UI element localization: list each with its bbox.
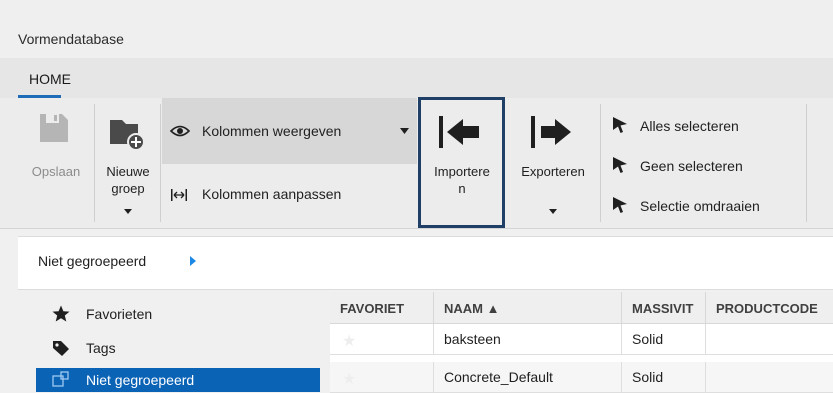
star-icon: [52, 305, 70, 322]
favorite-star-icon[interactable]: ★: [342, 331, 356, 351]
column-header-label: PRODUCTCODE: [716, 301, 818, 316]
table-cell[interactable]: Solid: [622, 324, 706, 355]
invert-selection-label: Selectie omdraaien: [640, 198, 760, 214]
table-cell[interactable]: [706, 362, 833, 393]
new-group-label-2: groep: [111, 181, 145, 196]
export-label: Exporteren: [521, 164, 585, 179]
table-row[interactable]: ★: [330, 324, 434, 355]
column-header-label: FAVORIET: [340, 301, 405, 316]
sidebar-item-niet-gegroepeerd[interactable]: Niet gegroepeerd: [36, 368, 320, 392]
new-group-button[interactable]: Nieuwe groep: [96, 106, 160, 218]
table-cell[interactable]: [706, 324, 833, 355]
cell-naam: baksteen: [444, 331, 501, 347]
ribbon-divider: [806, 104, 807, 222]
column-header-massiviteit[interactable]: MASSIVIT: [622, 292, 706, 324]
sidebar-item-favorieten[interactable]: Favorieten: [36, 304, 296, 326]
show-columns-button[interactable]: Kolommen weergeven: [162, 98, 417, 164]
cursor-arrow-icon: [613, 197, 627, 213]
column-resize-icon: [171, 189, 187, 201]
save-icon: [40, 114, 68, 142]
show-columns-label: Kolommen weergeven: [202, 123, 342, 139]
column-header-productcode[interactable]: PRODUCTCODE: [706, 292, 833, 324]
save-label: Opslaan: [31, 164, 81, 179]
ribbon-divider: [160, 104, 161, 222]
select-none-button[interactable]: Geen selecteren: [612, 156, 802, 178]
column-header-favoriet[interactable]: FAVORIET: [330, 292, 434, 324]
breadcrumb-item[interactable]: Niet gegroepeerd: [38, 253, 146, 269]
cursor-arrow-icon: [613, 157, 627, 173]
ungrouped-icon: [52, 371, 69, 387]
chevron-down-icon: [400, 128, 409, 134]
breadcrumb: Niet gegroepeerd: [18, 236, 833, 290]
table-cell[interactable]: baksteen: [434, 324, 622, 355]
ribbon-tab-bar: HOME: [0, 58, 833, 98]
import-highlight-frame: [418, 97, 505, 228]
favorite-star-icon[interactable]: ★: [342, 369, 356, 389]
tab-home-label: HOME: [29, 71, 71, 87]
table-cell[interactable]: Solid: [622, 362, 706, 393]
invert-selection-button[interactable]: Selectie omdraaien: [612, 196, 802, 218]
new-group-label-1: Nieuwe: [106, 164, 150, 179]
sidebar-item-label: Niet gegroepeerd: [86, 372, 195, 388]
chevron-down-icon: [124, 209, 132, 214]
column-header-label: MASSIVIT: [632, 301, 694, 316]
folder-add-icon: [110, 120, 145, 150]
adjust-columns-label: Kolommen aanpassen: [202, 186, 342, 202]
eye-icon: [170, 125, 190, 137]
column-header-naam[interactable]: NAAM ▲: [434, 292, 622, 324]
ribbon-divider: [600, 104, 601, 222]
cursor-arrow-icon: [613, 117, 627, 133]
tab-home[interactable]: HOME: [18, 66, 82, 98]
chevron-down-icon: [549, 209, 557, 214]
sidebar-item-tags[interactable]: Tags: [36, 338, 296, 360]
sidebar-item-label: Favorieten: [86, 306, 153, 322]
save-button[interactable]: Opslaan: [18, 106, 94, 206]
export-button[interactable]: Exporteren: [507, 106, 599, 218]
table-cell[interactable]: Concrete_Default: [434, 362, 622, 393]
tag-icon: [53, 341, 69, 356]
cell-naam: Concrete_Default: [444, 369, 553, 385]
title-bar: Vormendatabase: [0, 0, 833, 58]
cell-massiviteit: Solid: [632, 331, 664, 347]
select-none-label: Geen selecteren: [640, 158, 743, 174]
sidebar-item-label: Tags: [86, 340, 116, 356]
select-all-button[interactable]: Alles selecteren: [612, 116, 802, 138]
arrow-right-bar-icon: [531, 116, 571, 148]
select-all-label: Alles selecteren: [640, 118, 739, 134]
window-title: Vormendatabase: [18, 31, 124, 47]
table-row[interactable]: ★: [330, 362, 434, 393]
ribbon-divider: [94, 104, 95, 222]
column-header-label: NAAM ▲: [444, 301, 500, 316]
cell-massiviteit: Solid: [632, 369, 664, 385]
chevron-right-icon[interactable]: [190, 256, 196, 266]
